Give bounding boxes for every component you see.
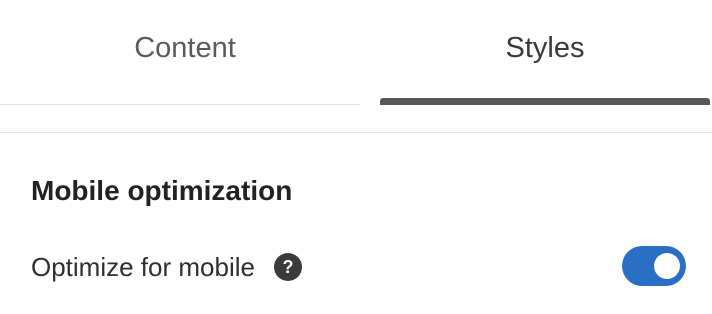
tab-bar-baseline	[0, 104, 360, 105]
setting-row-optimize-for-mobile: Optimize for mobile ?	[31, 244, 687, 290]
tab-bar: Content Styles	[0, 0, 712, 106]
section-divider	[0, 132, 712, 133]
toggle-knob	[654, 253, 680, 279]
tab-content[interactable]: Content	[0, 0, 370, 100]
active-tab-indicator	[380, 98, 710, 105]
setting-label: Optimize for mobile	[31, 251, 255, 282]
tab-styles[interactable]: Styles	[380, 0, 710, 100]
question-mark-icon[interactable]: ?	[273, 253, 302, 281]
section-title: Mobile optimization	[31, 175, 293, 206]
optimize-for-mobile-toggle[interactable]	[622, 246, 686, 286]
